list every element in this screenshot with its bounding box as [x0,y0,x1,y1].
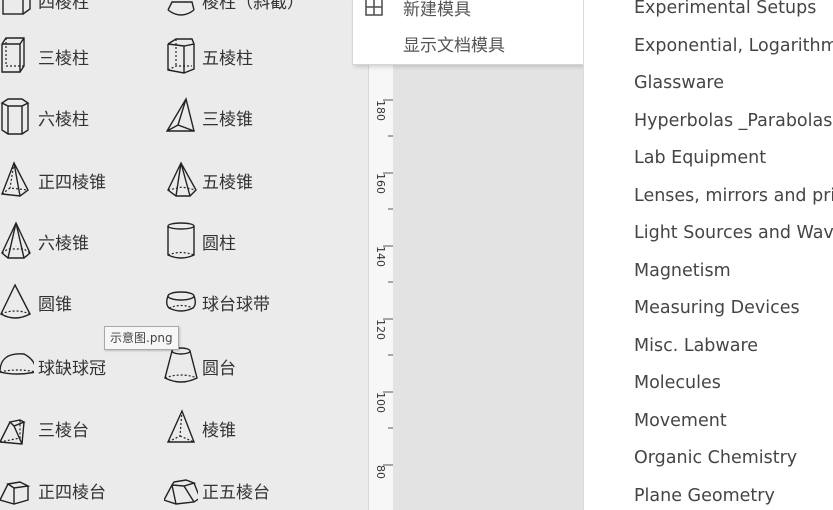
shape-label: 五棱柱 [202,48,253,69]
stencil-list-item[interactable]: Lab Equipment [634,148,766,168]
pentagonal-prism-icon [167,38,195,74]
shape-label: 棱柱（斜截） [202,0,304,13]
shape-item-pentagonal-frustum[interactable]: 正五棱台 [164,470,270,510]
menu-item-label: 显示文档模具 [403,35,505,56]
shape-label: 圆柱 [202,233,236,254]
stencil-list-item[interactable]: Magnetism [634,261,731,281]
shape-item-quad-prism[interactable]: 四棱柱 [0,0,89,20]
stencil-context-menu: 新建模具 显示文档模具 [352,0,584,65]
shape-item-square-pyramid[interactable]: 正四棱锥 [0,160,106,200]
frustum-icon [164,347,198,383]
menu-item-show-document-stencil[interactable]: 显示文档模具 [353,28,583,58]
shape-item-cylinder[interactable]: 圆柱 [164,221,236,261]
shape-label: 三棱锥 [202,109,253,130]
pyramid-icon [166,409,196,443]
shape-label: 正五棱台 [202,482,270,503]
pentagonal-pyramid-icon [167,161,197,197]
triangular-pyramid-icon [165,97,195,132]
ruler-label: 140 [374,246,387,267]
shape-stencil-panel: 四棱柱 棱柱（斜截） 三棱柱 五棱柱 六棱柱 三棱锥 正四棱锥 五棱锥 六棱锥 … [0,0,368,510]
shape-label: 六棱柱 [38,109,89,130]
grid-icon [365,0,383,16]
shape-label: 球台球带 [202,294,270,315]
shape-label: 圆锥 [38,294,72,315]
cone-icon [0,283,31,319]
filename-tooltip: 示意图.png [104,326,179,350]
cylinder-icon [167,222,195,259]
quad-prism-icon [2,0,31,15]
ruler-label: 180 [374,100,387,121]
shape-item-triangular-prism[interactable]: 三棱柱 [0,36,89,76]
oblique-prism-icon [167,1,195,16]
shape-label: 正四棱锥 [38,172,106,193]
stencil-list-item[interactable]: Light Sources and Wav [634,223,833,243]
shape-item-hexagonal-pyramid[interactable]: 六棱锥 [0,221,89,261]
shape-item-cone[interactable]: 圆锥 [0,282,72,322]
shape-label: 正四棱台 [38,482,106,503]
shape-label: 圆台 [202,358,236,379]
spherical-zone-icon [166,291,196,312]
stencil-list-item[interactable]: Hyperbolas _Parabolas [634,111,832,131]
stencil-list-item[interactable]: Molecules [634,373,721,393]
shape-item-spherical-zone[interactable]: 球台球带 [164,282,270,322]
shape-item-pentagonal-pyramid[interactable]: 五棱锥 [164,160,253,200]
vertical-ruler[interactable]: 180 160 140 120 100 80 [368,64,394,510]
shape-item-pentagonal-prism[interactable]: 五棱柱 [164,36,253,76]
spherical-cap-icon [0,353,34,375]
shape-item-frustum[interactable]: 圆台 [164,346,236,386]
menu-item-new-stencil[interactable]: 新建模具 [353,0,583,22]
shape-item-hexagonal-prism[interactable]: 六棱柱 [0,97,89,137]
triangular-frustum-icon [0,419,26,445]
ruler-label: 160 [374,173,387,194]
ruler-label: 120 [374,319,387,340]
shape-item-square-frustum[interactable]: 正四棱台 [0,470,106,510]
ruler-ticks [383,99,393,466]
shape-label: 六棱锥 [38,233,89,254]
stencil-list-item[interactable]: Misc. Labware [634,336,758,356]
shape-label: 球缺球冠 [38,358,106,379]
square-pyramid-icon [1,161,29,197]
triangular-prism-icon [1,37,25,73]
shape-item-oblique-prism[interactable]: 棱柱（斜截） [164,0,304,20]
square-frustum-icon [0,481,31,505]
shape-label: 四棱柱 [38,0,89,13]
ruler-label: 80 [374,465,387,479]
shape-label: 棱锥 [202,420,236,441]
shape-item-pyramid[interactable]: 棱锥 [164,408,236,448]
hexagonal-pyramid-icon [1,221,31,259]
stencil-list-item[interactable]: Lenses, mirrors and pri [634,186,833,206]
shape-item-triangular-frustum[interactable]: 三棱台 [0,408,89,448]
shape-label: 三棱台 [38,420,89,441]
stencil-list-item[interactable]: Movement [634,411,727,431]
stencil-list-item[interactable]: Glassware [634,73,724,93]
pentagonal-frustum-icon [164,479,198,505]
stencil-category-list: Experimental Setups Exponential, Logarit… [583,0,833,510]
shape-item-triangular-pyramid[interactable]: 三棱锥 [164,97,253,137]
stencil-list-item[interactable]: Plane Geometry [634,486,775,506]
ruler-label: 100 [374,392,387,413]
stencil-list-item[interactable]: Exponential, Logarithm [634,36,833,56]
stencil-list-item[interactable]: Measuring Devices [634,298,800,318]
stencil-list-item[interactable]: Organic Chemistry [634,448,797,468]
shape-label: 五棱锥 [202,172,253,193]
drawing-canvas[interactable] [393,64,583,510]
hexagonal-prism-icon [0,98,30,135]
shape-label: 三棱柱 [38,48,89,69]
menu-item-label: 新建模具 [403,0,471,20]
stencil-list-item[interactable]: Experimental Setups [634,0,816,18]
shape-item-spherical-cap[interactable]: 球缺球冠 [0,346,106,386]
